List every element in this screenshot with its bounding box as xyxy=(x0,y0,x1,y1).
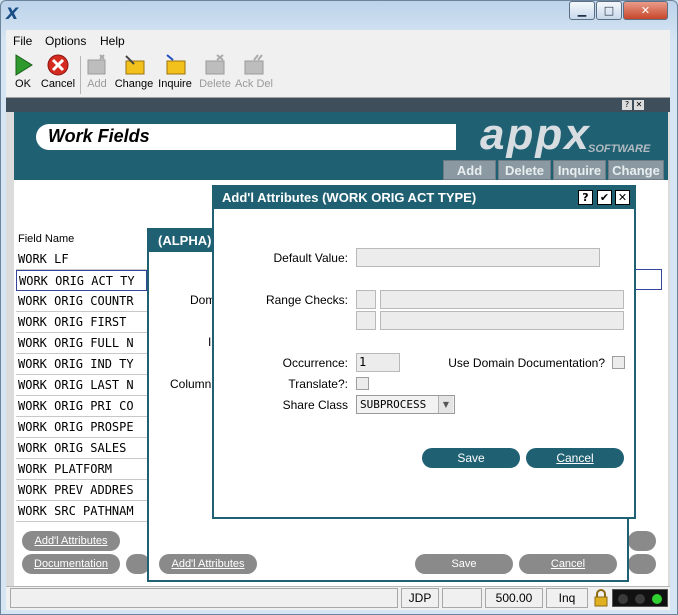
translate-label: Translate?: xyxy=(288,377,348,391)
occurrence-label: Occurrence: xyxy=(282,356,348,370)
menu-file[interactable]: File xyxy=(13,34,32,48)
list-row[interactable]: WORK ORIG FIRST xyxy=(16,312,147,333)
addl-attributes-title: Add'l Attributes (WORK ORIG ACT TYPE) xyxy=(222,190,477,205)
cancel-button[interactable]: Cancel xyxy=(40,54,76,90)
maximize-icon: □ xyxy=(603,4,615,17)
list-row[interactable]: WORK PLATFORM xyxy=(16,459,147,480)
ok-arrow-icon xyxy=(15,54,33,76)
list-row-selected[interactable]: WORK ORIG ACT TY xyxy=(16,270,147,291)
alpha-addl-attributes-button[interactable]: Add'l Attributes xyxy=(159,554,257,574)
column-label: Column xyxy=(170,377,212,391)
list-row[interactable]: WORK ORIG FULL N xyxy=(16,333,147,354)
default-value-label: Default Value: xyxy=(273,251,349,265)
minimize-button[interactable]: ▁ xyxy=(569,1,595,20)
range-checks-label: Range Checks: xyxy=(265,293,348,307)
alpha-cancel-button[interactable]: Cancel xyxy=(519,554,617,574)
cancel-x-icon xyxy=(47,54,69,76)
ok-label: OK xyxy=(15,78,31,90)
mode-add-button[interactable]: Add xyxy=(443,160,496,180)
attrs-save-button[interactable]: Save xyxy=(422,448,520,468)
right-button[interactable] xyxy=(628,554,656,574)
menu-options[interactable]: Options xyxy=(45,34,86,48)
status-version: 500.00 xyxy=(485,588,543,608)
ack-del-label: Ack Del xyxy=(235,78,273,90)
add-label: Add xyxy=(87,78,107,90)
inquire-icon xyxy=(166,54,186,75)
use-domain-doc-checkbox[interactable] xyxy=(612,356,625,369)
mode-delete-button[interactable]: Delete xyxy=(498,160,551,180)
field-name-header: Field Name xyxy=(18,233,75,245)
app-logo-icon: X xyxy=(6,4,19,23)
lock-icon xyxy=(592,589,610,607)
add-button[interactable]: Add xyxy=(84,54,110,90)
minimize-icon: ▁ xyxy=(577,4,587,17)
change-button[interactable]: Change xyxy=(114,54,154,90)
inquire-label: Inquire xyxy=(158,78,192,90)
use-domain-doc-label: Use Domain Documentation? xyxy=(448,356,605,370)
field-label: I xyxy=(208,335,212,349)
status-lights-icon xyxy=(612,589,668,607)
maximize-button[interactable]: □ xyxy=(596,1,622,20)
share-class-label: Share Class xyxy=(282,398,348,412)
translate-checkbox[interactable] xyxy=(356,377,369,390)
change-icon xyxy=(125,55,145,75)
close-icon: ✕ xyxy=(640,4,651,17)
page-title: Work Fields xyxy=(48,126,150,146)
range-check-op-2[interactable] xyxy=(356,311,376,330)
status-message xyxy=(10,588,398,608)
ack-del-icon xyxy=(244,54,264,75)
cancel-label: Cancel xyxy=(40,78,76,90)
mode-change-button[interactable]: Change xyxy=(608,160,664,180)
list-row[interactable]: WORK ORIG SALES xyxy=(16,438,147,459)
dialog-help-button[interactable]: ? xyxy=(578,190,593,205)
addl-attributes-button[interactable]: Add'l Attributes xyxy=(22,531,120,551)
window-close-button[interactable]: ✕ xyxy=(623,1,668,20)
delete-button[interactable]: Delete xyxy=(198,54,232,90)
list-row[interactable]: WORK PREV ADDRES xyxy=(16,480,147,501)
list-row[interactable]: WORK ORIG PROSPE xyxy=(16,417,147,438)
appx-logo-subtitle: SOFTWARE xyxy=(588,143,651,155)
alpha-dialog-title: (ALPHA) xyxy=(158,233,212,248)
ok-button[interactable]: OK xyxy=(10,54,36,90)
status-mode: Inq xyxy=(546,588,588,608)
list-row[interactable]: WORK ORIG IND TY xyxy=(16,354,147,375)
list-row[interactable]: WORK ORIG LAST N xyxy=(16,375,147,396)
change-label: Change xyxy=(114,78,154,90)
status-empty xyxy=(442,588,482,608)
mode-inquire-button[interactable]: Inquire xyxy=(553,160,606,180)
list-row[interactable]: WORK ORIG COUNTR xyxy=(16,291,147,312)
default-value-field[interactable] xyxy=(356,248,600,267)
list-row[interactable]: WORK ORIG PRI CO xyxy=(16,396,147,417)
occurrence-field[interactable]: 1 xyxy=(356,353,400,372)
alpha-save-button[interactable]: Save xyxy=(415,554,513,574)
addl-attributes-dialog xyxy=(212,185,636,519)
list-row[interactable]: WORK SRC PATHNAM xyxy=(16,501,147,522)
range-check-value-1[interactable] xyxy=(380,290,624,309)
ack-del-button[interactable]: Ack Del xyxy=(235,54,273,90)
delete-icon xyxy=(205,54,225,75)
range-check-op-1[interactable] xyxy=(356,290,376,309)
dialog-ok-button[interactable]: ✔ xyxy=(597,190,612,205)
add-icon xyxy=(87,54,106,75)
menu-help[interactable]: Help xyxy=(100,34,125,48)
status-user: JDP xyxy=(401,588,439,608)
delete-label: Delete xyxy=(199,78,231,90)
list-row[interactable]: WORK LF xyxy=(16,249,147,270)
toolbar-separator xyxy=(80,56,81,94)
help-icon[interactable]: ? xyxy=(622,100,632,110)
documentation-button[interactable]: Documentation xyxy=(22,554,120,574)
right-button[interactable] xyxy=(628,531,656,551)
attrs-cancel-button[interactable]: Cancel xyxy=(526,448,624,468)
inquire-button[interactable]: Inquire xyxy=(157,54,193,90)
close-icon[interactable]: ✕ xyxy=(634,100,644,110)
range-check-value-2[interactable] xyxy=(380,311,624,330)
dialog-close-button[interactable]: ✕ xyxy=(615,190,630,205)
chevron-down-icon[interactable]: ▼ xyxy=(438,396,453,413)
